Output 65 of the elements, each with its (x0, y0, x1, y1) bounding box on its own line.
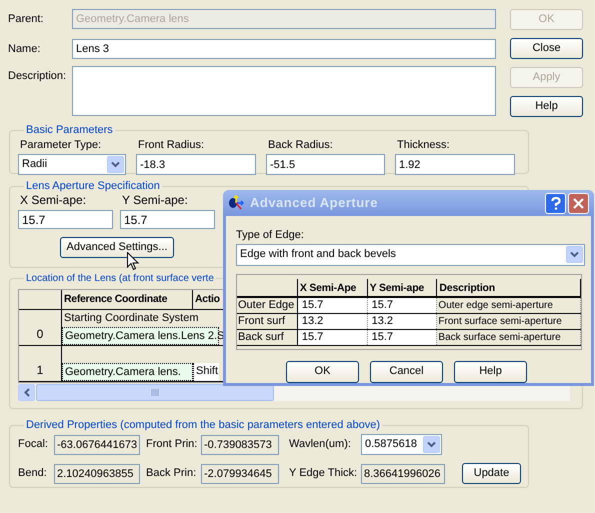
table-cell: Outer edge semi-aperture (437, 298, 581, 312)
group-label: Basic Parameters (25, 124, 114, 137)
table-cell: 15.7 (298, 330, 368, 344)
field-label: Y Edge Thick: (289, 466, 358, 482)
scroll-thumb[interactable] (36, 384, 274, 401)
text-area[interactable] (72, 66, 496, 116)
field-label: Back Prin: (146, 466, 198, 482)
readout-field: -2.079934645 (201, 464, 279, 484)
table-cell-text: Starting Coordinate System (63, 311, 200, 326)
readout-field: -0.739083573 (201, 434, 279, 454)
field-label: Wavlen(um): (289, 437, 352, 452)
axes-icon (228, 195, 244, 211)
field-label: Front Radius: (137, 138, 206, 153)
column-header: Reference Coordinate (62, 290, 193, 309)
group-label: Derived Properties (computed from the basic parameters entered above) (25, 419, 382, 432)
table-cell: 13.2 (298, 314, 368, 328)
readout-field: 8.36641996026 (361, 464, 445, 484)
text-field[interactable]: 1.92 (395, 154, 515, 175)
scrollbar[interactable] (18, 384, 570, 401)
readout-field: -63.0676441673 (54, 434, 140, 454)
field-label: Parent: (8, 12, 44, 27)
dropdown[interactable]: Edge with front and back bevels (236, 244, 585, 266)
table-cell: 13.2 (368, 314, 438, 328)
field-label: Back Radius: (267, 138, 334, 153)
button[interactable]: Update (462, 463, 521, 484)
column-header: Description (437, 278, 581, 296)
table-cell: Geometry.Camera lens. (62, 363, 193, 381)
table-cell: Back surface semi-aperture (437, 330, 581, 344)
button[interactable]: Help (454, 360, 527, 382)
button[interactable]: Cancel (370, 360, 443, 382)
table-cell: Front surface semi-aperture (437, 314, 581, 328)
table-cell: Shift (193, 363, 219, 381)
field-label: Description: (8, 69, 68, 84)
dropdown[interactable]: Radii (18, 154, 126, 175)
field-label: Parameter Type: (19, 138, 102, 153)
text-field[interactable]: -18.3 (136, 154, 256, 175)
text-field[interactable]: -51.5 (266, 154, 385, 175)
table-cell: 15.7 (298, 298, 368, 312)
table-cell: 15.7 (368, 330, 438, 344)
mouse-pointer-icon (127, 252, 139, 271)
table-cell: 15.7 (368, 298, 438, 312)
button[interactable]: Help (510, 96, 583, 117)
field-label: Y Semi-ape: (121, 193, 189, 209)
text-field[interactable]: Lens 3 (72, 39, 496, 59)
group-label: Lens Aperture Specification (25, 180, 161, 193)
column-header: Y Semi-ape (368, 278, 438, 296)
close-icon[interactable] (568, 192, 589, 214)
column-header: X Semi-Ape (298, 278, 368, 296)
field-label: Thickness: (396, 138, 451, 153)
field-label: Front Prin: (146, 437, 198, 452)
readout-field: 2.10240963855 (54, 464, 140, 484)
button[interactable]: Advanced Settings... (60, 237, 174, 258)
field-label: Bend: (18, 466, 48, 482)
field-label: Name: (8, 42, 42, 57)
group-label: Location of the Lens (at front surface verte (25, 272, 215, 285)
window-title: Advanced Aperture (250, 194, 379, 212)
text-field[interactable]: 15.7 (18, 210, 113, 229)
dropdown[interactable]: 0.5875618 (361, 434, 442, 455)
field-label: Type of Edge: (236, 228, 305, 243)
button[interactable]: OK (286, 360, 359, 382)
text-field[interactable]: 15.7 (120, 210, 215, 229)
help-icon[interactable] (545, 192, 566, 214)
field-label: X Semi-ape: (19, 193, 88, 209)
button[interactable]: Close (510, 38, 583, 59)
field-label: Focal: (18, 437, 49, 452)
